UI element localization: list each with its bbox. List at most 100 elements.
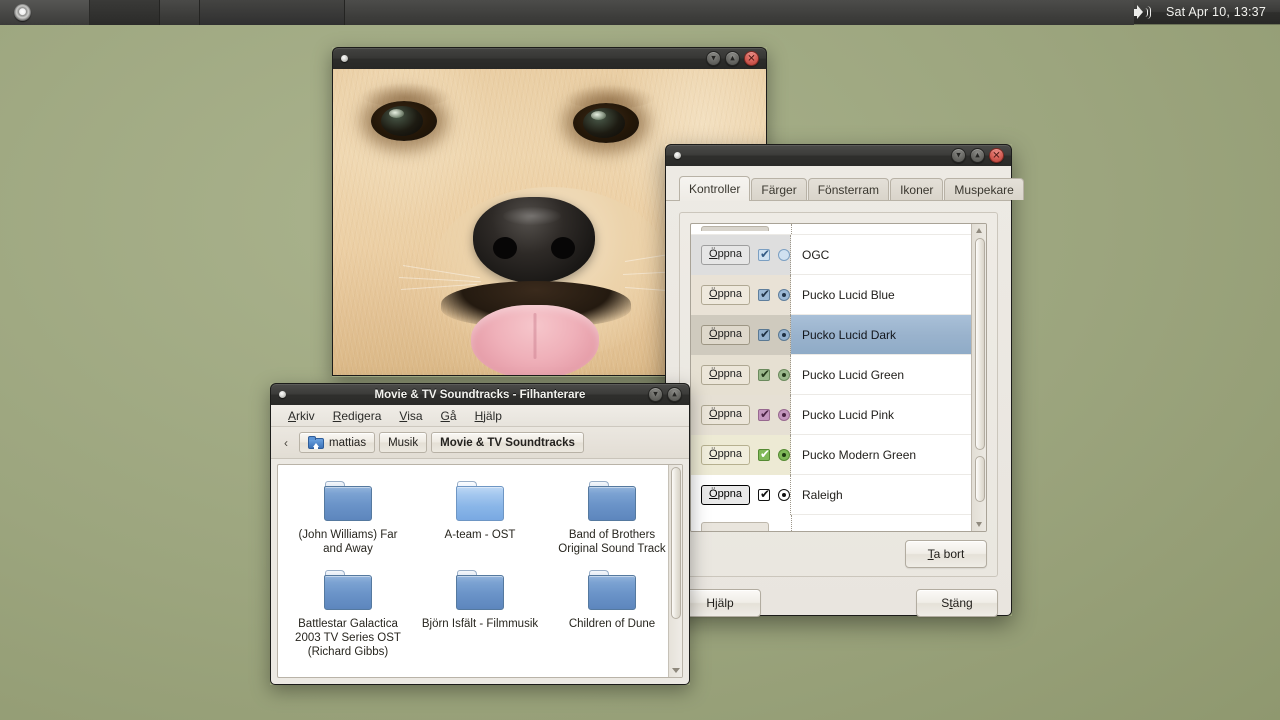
preview-radio: [778, 368, 790, 381]
tab-fonsterram[interactable]: Fönsterram: [807, 178, 890, 200]
theme-list-item[interactable]: Öppna ✔ Raleigh: [691, 474, 971, 515]
scrollbar-thumb-lower[interactable]: [974, 456, 985, 502]
help-label-rest: älp: [717, 596, 734, 610]
preview-checkbox: ✔: [758, 246, 771, 261]
maximize-button[interactable]: ▴: [970, 148, 985, 163]
theme-tabs: Kontroller Färger Fönsterram Ikoner Musp…: [666, 175, 1024, 201]
window-menu-icon[interactable]: [674, 152, 681, 159]
theme-row-partial-bottom[interactable]: [691, 515, 971, 531]
scroll-up-icon[interactable]: [976, 228, 982, 233]
theme-name-label: Pucko Lucid Dark: [802, 327, 897, 342]
breadcrumb-label: Musik: [388, 436, 419, 449]
file-manager-menubar: Arkiv Redigera Visa Gå Hjälp: [271, 405, 689, 427]
tab-farger[interactable]: Färger: [751, 178, 807, 200]
preview-oppna-button: Öppna: [701, 364, 751, 385]
file-item[interactable]: Battlestar Galactica 2003 TV Series OST …: [282, 566, 414, 669]
scrollbar-thumb-upper[interactable]: [974, 238, 985, 450]
remove-theme-button[interactable]: Ta bort: [905, 540, 987, 568]
menu-item-redigera[interactable]: Redigera: [324, 407, 391, 425]
file-thumb: [288, 481, 408, 521]
panel-segment-b[interactable]: [90, 0, 160, 25]
theme-row-partial-top[interactable]: [691, 224, 971, 235]
preview-oppna-button: Öppna: [701, 444, 751, 465]
file-name-label: (John Williams) Far and Away: [298, 529, 398, 555]
breadcrumb-item-musik[interactable]: Musik: [379, 432, 428, 453]
file-manager-iconview[interactable]: (John Williams) Far and Away A-team - OST…: [277, 464, 683, 678]
file-manager-titlebar[interactable]: Movie & TV Soundtracks - Filhanterare ▾ …: [270, 383, 690, 405]
top-panel: Sat Apr 10, 13:37: [0, 0, 1280, 25]
theme-list-scrollbar[interactable]: [971, 224, 986, 531]
file-thumb: [552, 570, 672, 610]
minimize-button[interactable]: ▾: [706, 51, 721, 66]
theme-list-item[interactable]: Öppna ✔ OGC: [691, 234, 971, 275]
tab-ikoner[interactable]: Ikoner: [890, 178, 944, 200]
file-item[interactable]: Children of Dune: [546, 566, 678, 669]
menu-item-gå[interactable]: Gå: [432, 407, 466, 425]
theme-name-label: Pucko Lucid Pink: [802, 407, 895, 422]
tab-label: Fönsterram: [817, 182, 880, 197]
scroll-down-icon[interactable]: [672, 668, 680, 673]
theme-list[interactable]: Öppna ✔ OGC Öppna ✔ Pucko Lucid Blue Öppna ✔ Puc…: [690, 223, 987, 532]
breadcrumb-item-mattias[interactable]: mattias: [299, 432, 376, 453]
help-button[interactable]: Hjälp: [679, 589, 761, 617]
panel-segment-menu[interactable]: [0, 0, 90, 25]
theme-preview-swatch: Öppna ✔: [691, 314, 791, 355]
theme-list-item[interactable]: Öppna ✔ Pucko Lucid Green: [691, 354, 971, 395]
file-item[interactable]: A-team - OST: [414, 477, 546, 566]
file-item[interactable]: Björn Isfält - Filmmusik: [414, 566, 546, 669]
image-viewer-window-buttons: ▾ ▴ ✕: [706, 51, 766, 66]
close-label-rest: äng: [952, 596, 973, 610]
minimize-button[interactable]: ▾: [951, 148, 966, 163]
file-thumb: [552, 481, 672, 521]
maximize-button[interactable]: ▴: [667, 387, 682, 402]
tab-muspekare[interactable]: Muspekare: [944, 178, 1024, 200]
theme-list-item[interactable]: Öppna ✔ Pucko Lucid Blue: [691, 274, 971, 315]
preview-radio: [778, 328, 790, 341]
file-manager-window[interactable]: Movie & TV Soundtracks - Filhanterare ▾ …: [270, 383, 690, 685]
preview-checkbox: ✔: [758, 366, 771, 381]
back-button[interactable]: ‹: [277, 432, 295, 453]
file-view-scrollbar[interactable]: [668, 465, 682, 677]
theme-preview-swatch: Öppna ✔: [691, 394, 791, 435]
close-dialog-button[interactable]: Stäng: [916, 589, 998, 617]
menu-item-hjälp[interactable]: Hjälp: [466, 407, 511, 425]
menu-item-visa[interactable]: Visa: [390, 407, 431, 425]
theme-list-item[interactable]: Öppna ✔ Pucko Lucid Dark: [691, 314, 971, 355]
theme-tab-panel: Öppna ✔ OGC Öppna ✔ Pucko Lucid Blue Öppna ✔ Puc…: [679, 212, 998, 577]
breadcrumb-item-current[interactable]: Movie & TV Soundtracks: [431, 432, 584, 453]
preview-radio: [778, 408, 790, 421]
panel-clock[interactable]: Sat Apr 10, 13:37: [1166, 5, 1266, 19]
remove-label-rest: a bort: [933, 547, 965, 561]
window-menu-icon[interactable]: [279, 391, 286, 398]
tab-kontroller[interactable]: Kontroller: [679, 176, 751, 201]
file-item[interactable]: (John Williams) Far and Away: [282, 477, 414, 566]
theme-list-rows[interactable]: Öppna ✔ OGC Öppna ✔ Pucko Lucid Blue Öppna ✔ Puc…: [691, 224, 971, 531]
close-button[interactable]: ✕: [744, 51, 759, 66]
close-button[interactable]: ✕: [989, 148, 1004, 163]
home-folder-icon: [308, 436, 324, 449]
minimize-button[interactable]: ▾: [648, 387, 663, 402]
file-name-label: Band of Brothers Original Sound Track: [558, 529, 666, 555]
scrollbar-thumb[interactable]: [671, 467, 681, 619]
image-viewer-titlebar[interactable]: ▾ ▴ ✕: [332, 47, 767, 69]
theme-list-item[interactable]: Öppna ✔ Pucko Modern Green: [691, 434, 971, 475]
preview-oppna-button: Öppna: [701, 284, 751, 305]
panel-segment-spacer: [345, 0, 1134, 25]
panel-segment-tasklist[interactable]: [200, 0, 345, 25]
theme-list-item[interactable]: Öppna ✔ Pucko Lucid Pink: [691, 394, 971, 435]
tab-label: Ikoner: [900, 182, 934, 197]
file-grid: (John Williams) Far and Away A-team - OST…: [278, 465, 682, 673]
file-name-label: Björn Isfält - Filmmusik: [421, 618, 539, 630]
tab-label: Muspekare: [954, 182, 1014, 197]
volume-speaker-icon[interactable]: [1133, 4, 1152, 20]
menu-item-arkiv[interactable]: Arkiv: [279, 407, 324, 425]
panel-segment-c[interactable]: [160, 0, 200, 25]
scroll-down-icon[interactable]: [976, 522, 982, 527]
maximize-button[interactable]: ▴: [725, 51, 740, 66]
file-item[interactable]: Band of Brothers Original Sound Track: [546, 477, 678, 566]
appearance-preferences-window[interactable]: ▾ ▴ ✕ Kontroller Färger Fönsterram Ikone…: [665, 144, 1024, 617]
start-orb-icon[interactable]: [14, 3, 31, 21]
theme-window-titlebar[interactable]: ▾ ▴ ✕: [665, 144, 1012, 166]
window-menu-icon[interactable]: [341, 55, 348, 62]
preview-radio: [778, 488, 790, 501]
